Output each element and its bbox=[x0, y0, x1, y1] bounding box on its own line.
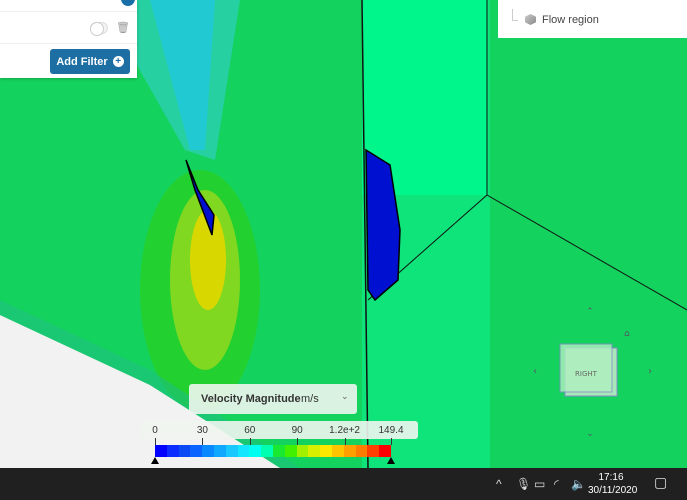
tick-mark bbox=[344, 438, 346, 445]
view-cube-face[interactable]: RIGHT bbox=[575, 370, 598, 378]
filter-toggle[interactable] bbox=[90, 22, 108, 36]
battery-icon[interactable]: ▭ bbox=[534, 477, 545, 491]
color-swatch bbox=[320, 445, 332, 457]
color-swatch bbox=[296, 445, 309, 457]
color-swatch bbox=[225, 445, 238, 457]
tick-label: 90 bbox=[291, 425, 303, 436]
tick-label: 60 bbox=[244, 425, 256, 436]
tick-mark bbox=[249, 438, 251, 445]
cube-icon bbox=[525, 14, 536, 25]
chevron-down-icon[interactable]: ⌄ bbox=[341, 391, 349, 402]
color-swatch bbox=[178, 445, 191, 457]
color-swatch bbox=[202, 445, 214, 457]
volume-icon[interactable]: 🔈 bbox=[571, 477, 586, 491]
clock[interactable]: 17:16 30/11/2020 bbox=[588, 471, 638, 497]
plus-icon: + bbox=[112, 56, 124, 67]
chevron-up-icon[interactable]: ^ bbox=[496, 477, 502, 491]
color-swatch bbox=[355, 445, 368, 457]
trash-icon[interactable]: 🗑 bbox=[116, 21, 130, 34]
color-swatch bbox=[155, 445, 167, 457]
unit-select[interactable]: m/s bbox=[301, 393, 319, 405]
filter-indicator[interactable] bbox=[121, 0, 135, 6]
color-swatch bbox=[237, 445, 250, 457]
tick-label: 149.4 bbox=[378, 425, 404, 436]
tick-mark bbox=[297, 438, 299, 445]
date: 30/11/2020 bbox=[588, 485, 638, 496]
tick-mark bbox=[391, 438, 392, 445]
rotate-down-icon: ⌄ bbox=[586, 429, 594, 439]
color-swatch bbox=[343, 445, 356, 457]
wifi-icon[interactable]: ◜ bbox=[554, 477, 559, 491]
color-swatch bbox=[284, 445, 297, 457]
rotate-up-icon: ⌃ bbox=[586, 307, 594, 317]
filter-row bbox=[0, 0, 137, 12]
time: 17:16 bbox=[598, 472, 624, 483]
rotate-left-icon: ‹ bbox=[533, 366, 537, 377]
tick-mark bbox=[155, 438, 156, 445]
legend-header: Velocity Magnitude m/s ⌄ bbox=[189, 384, 357, 414]
color-swatch bbox=[308, 445, 321, 457]
tick-mark bbox=[202, 438, 204, 445]
microphone-icon[interactable]: 🎙 bbox=[516, 477, 531, 491]
color-swatch bbox=[331, 445, 344, 457]
filter-panel: 🗑 Add Filter + bbox=[0, 0, 137, 78]
color-swatch bbox=[249, 445, 262, 457]
tree-item-flow-region[interactable]: Flow region bbox=[542, 14, 599, 26]
color-swatch bbox=[261, 445, 273, 457]
notification-icon[interactable]: ▢ bbox=[654, 474, 667, 491]
max-handle[interactable] bbox=[387, 457, 395, 464]
filter-row: 🗑 bbox=[0, 12, 137, 44]
scene-tree-panel: Flow region bbox=[498, 0, 687, 38]
home-icon: ⌂ bbox=[624, 329, 630, 339]
min-handle[interactable] bbox=[151, 457, 159, 464]
taskbar: ^ 🎙 ▭ ◜ 🔈 17:16 30/11/2020 ▢ bbox=[0, 468, 687, 500]
color-swatch bbox=[367, 445, 380, 457]
tick-label: 30 bbox=[196, 425, 208, 436]
color-swatch bbox=[166, 445, 179, 457]
add-filter-label: Add Filter bbox=[56, 55, 108, 68]
legend-tick-area bbox=[142, 421, 418, 439]
add-filter-button[interactable]: Add Filter + bbox=[50, 49, 130, 74]
color-swatch bbox=[379, 445, 391, 457]
color-swatch bbox=[213, 445, 226, 457]
tree-connector bbox=[512, 9, 518, 21]
color-scale-bar bbox=[155, 445, 391, 457]
tick-label: 0 bbox=[152, 425, 158, 436]
rotate-right-icon: › bbox=[648, 366, 652, 377]
legend-title: Velocity Magnitude bbox=[201, 393, 301, 405]
color-swatch bbox=[272, 445, 285, 457]
color-swatch bbox=[190, 445, 203, 457]
tick-label: 1.2e+2 bbox=[329, 425, 360, 436]
